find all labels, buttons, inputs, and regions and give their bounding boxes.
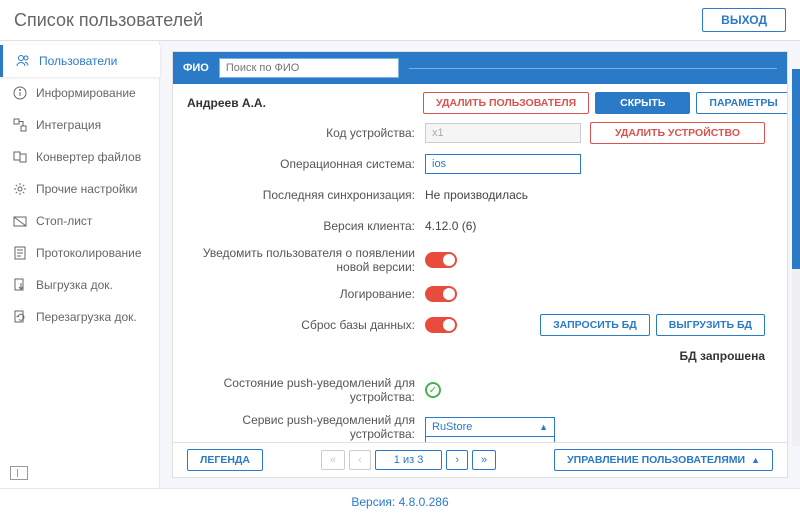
sidebar-item-reload[interactable]: Перезагрузка док. <box>0 301 159 333</box>
sidebar-item-label: Конвертер файлов <box>36 150 141 164</box>
page-indicator: 1 из 3 <box>375 450 443 470</box>
legend-button[interactable]: ЛЕГЕНДА <box>187 449 263 471</box>
sidebar-item-export[interactable]: Выгрузка док. <box>0 269 159 301</box>
export-icon <box>12 277 28 293</box>
manage-users-label: УПРАВЛЕНИЕ ПОЛЬЗОВАТЕЛЯМИ <box>567 454 745 466</box>
toolbar-label: ФИО <box>183 62 209 74</box>
last-sync-label: Последняя синхронизация: <box>187 188 425 202</box>
sidebar-item-label: Протоколирование <box>36 246 142 260</box>
exit-button[interactable]: ВЫХОД <box>702 8 786 32</box>
last-sync-value: Не производилась <box>425 188 555 202</box>
push-service-select[interactable]: RuStore ▲ <box>425 417 555 437</box>
delete-device-button[interactable]: УДАЛИТЬ УСТРОЙСТВО <box>590 122 765 144</box>
notify-new-version-label: Уведомить пользователя о появлении новой… <box>187 246 425 274</box>
sidebar-item-converter[interactable]: Конвертер файлов <box>0 141 159 173</box>
push-state-label: Состояние push-уведомлений для устройств… <box>187 376 425 404</box>
pagination: « ‹ 1 из 3 › » <box>321 450 496 470</box>
chevron-up-icon: ▲ <box>539 422 548 432</box>
sidebar-item-label: Перезагрузка док. <box>36 310 137 324</box>
os-label: Операционная система: <box>187 157 425 171</box>
sidebar-item-label: Информирование <box>36 86 136 100</box>
version-bar: Версия: 4.8.0.286 <box>0 488 800 515</box>
converter-icon <box>12 149 28 165</box>
sidebar-item-label: Пользователи <box>39 54 117 68</box>
page-prev-button[interactable]: ‹ <box>349 450 371 470</box>
dropdown-option-firebase[interactable]: Firebase <box>426 437 554 442</box>
toolbar: ФИО <box>173 52 787 84</box>
sidebar-item-logging[interactable]: Протоколирование <box>0 237 159 269</box>
stoplist-icon <box>12 213 28 229</box>
push-service-dropdown: Firebase RuStore <box>425 437 555 442</box>
logging-label: Логирование: <box>187 287 425 301</box>
sidebar-item-label: Интеграция <box>36 118 101 132</box>
request-db-button[interactable]: ЗАПРОСИТЬ БД <box>540 314 650 336</box>
check-circle-icon <box>425 382 441 398</box>
reset-db-toggle[interactable] <box>425 317 457 333</box>
params-button[interactable]: ПАРАМЕТРЫ <box>696 92 787 114</box>
device-code-label: Код устройства: <box>187 126 425 140</box>
search-input[interactable] <box>219 58 399 78</box>
gear-icon <box>12 181 28 197</box>
collapse-sidebar-button[interactable] <box>10 466 28 480</box>
sidebar-item-label: Выгрузка док. <box>36 278 113 292</box>
info-icon <box>12 85 28 101</box>
hide-button[interactable]: СКРЫТЬ <box>595 92 690 114</box>
sidebar-item-other[interactable]: Прочие настройки <box>0 173 159 205</box>
db-status-text: БД запрошена <box>680 349 766 363</box>
logging-toggle[interactable] <box>425 286 457 302</box>
export-db-button[interactable]: ВЫГРУЗИТЬ БД <box>656 314 765 336</box>
reload-icon <box>12 309 28 325</box>
sidebar-item-inform[interactable]: Информирование <box>0 77 159 109</box>
device-code-input <box>425 123 581 143</box>
page-first-button[interactable]: « <box>321 450 345 470</box>
users-icon <box>15 53 31 69</box>
logging-icon <box>12 245 28 261</box>
reset-db-label: Сброс базы данных: <box>187 318 425 332</box>
push-service-value: RuStore <box>432 421 472 433</box>
toolbar-divider <box>409 68 777 69</box>
manage-users-button[interactable]: УПРАВЛЕНИЕ ПОЛЬЗОВАТЕЛЯМИ ▲ <box>554 449 773 471</box>
push-service-label: Сервис push-уведомлений для устройства: <box>187 413 425 441</box>
sidebar-item-label: Прочие настройки <box>36 182 137 196</box>
page-next-button[interactable]: › <box>446 450 468 470</box>
sidebar-item-stoplist[interactable]: Стоп-лист <box>0 205 159 237</box>
delete-user-button[interactable]: УДАЛИТЬ ПОЛЬЗОВАТЕЛЯ <box>423 92 589 114</box>
sidebar-item-users[interactable]: Пользователи <box>0 45 160 77</box>
chevron-up-icon: ▲ <box>751 455 760 465</box>
page-last-button[interactable]: » <box>472 450 496 470</box>
page-title: Список пользователей <box>14 10 203 31</box>
sidebar-item-label: Стоп-лист <box>36 214 92 228</box>
os-input[interactable] <box>425 154 581 174</box>
user-name: Андреев А.А. <box>187 96 417 110</box>
sidebar: Пользователи Информирование Интеграция К… <box>0 41 160 488</box>
sidebar-item-integration[interactable]: Интеграция <box>0 109 159 141</box>
integration-icon <box>12 117 28 133</box>
notify-new-version-toggle[interactable] <box>425 252 457 268</box>
client-version-label: Версия клиента: <box>187 219 425 233</box>
client-version-value: 4.12.0 (6) <box>425 219 555 233</box>
